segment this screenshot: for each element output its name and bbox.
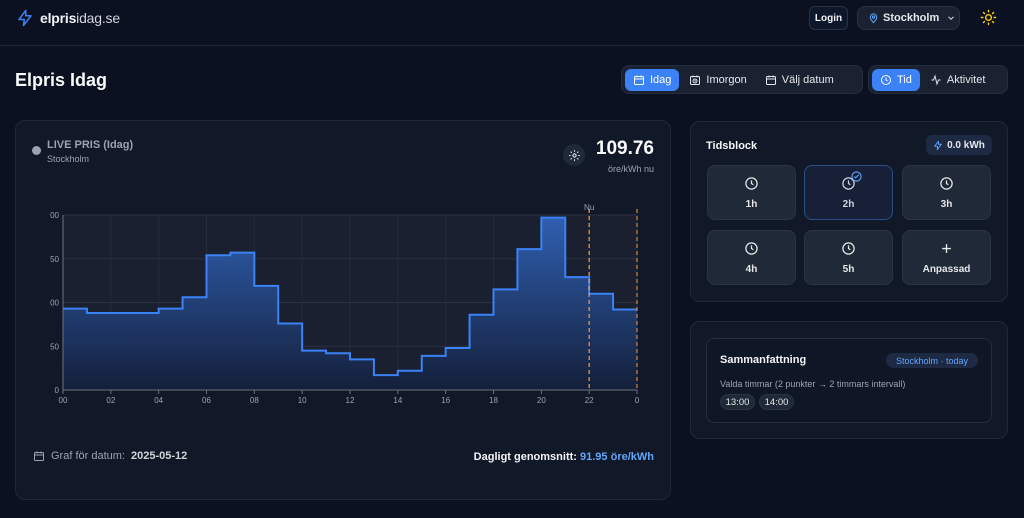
current-price-unit: öre/kWh nu [607, 164, 654, 174]
logo[interactable]: elprisidag.se [16, 8, 120, 28]
y-tick-label: 50 [50, 255, 59, 264]
live-price-city: Stockholm [47, 154, 90, 164]
activity-icon [931, 73, 941, 86]
tile-anpassad-label: Anpassad [922, 263, 971, 275]
city-select[interactable]: Stockholm [857, 6, 960, 30]
x-tick-label: 0 [635, 396, 640, 405]
day-tabs: Idag Imorgon Välj datum [621, 65, 863, 94]
clock-icon [940, 176, 953, 190]
login-button[interactable]: Login [809, 6, 848, 30]
clock-icon [745, 176, 758, 190]
tidsblock-title: Tidsblock [706, 140, 758, 152]
sun-icon[interactable] [980, 9, 997, 26]
y-tick-label: 00 [50, 211, 59, 220]
live-status-dot [32, 146, 41, 155]
x-tick-label: 14 [393, 396, 402, 405]
x-tick-label: 08 [250, 396, 259, 405]
lightning-icon [934, 140, 942, 150]
selected-hour-chip[interactable]: 14:00 [759, 394, 794, 410]
price-chart[interactable]: 0 50 00 50 00 00 02 04 06 08 10 12 14 16 18 20 22 0 Nu [15, 196, 655, 411]
plus-icon [942, 243, 951, 253]
city-select-label: Stockholm [883, 12, 940, 24]
calendar-clock-icon [690, 75, 701, 85]
summary-title: Sammanfattning [720, 354, 807, 366]
x-tick-label: 16 [441, 396, 450, 405]
logo-text: elprisidag.se [40, 10, 120, 26]
y-tick-label: 0 [55, 386, 60, 395]
x-tick-label: 00 [59, 396, 68, 405]
chart-date: Graf för datum: 2025-05-12 [33, 450, 187, 462]
x-tick-label: 06 [202, 396, 211, 405]
kwh-value: 0.0 kWh [947, 139, 985, 151]
tile-3h-label: 3h [940, 198, 953, 210]
tile-5h-label: 5h [842, 263, 855, 275]
live-price-label: LIVE PRIS (Idag) [47, 139, 134, 151]
tab-valj-datum[interactable]: Välj datum [757, 69, 842, 91]
x-tick-label: 10 [298, 396, 307, 405]
x-tick-label: 18 [489, 396, 498, 405]
lightning-icon [18, 9, 32, 27]
clock-icon [842, 241, 855, 255]
chart-settings-button[interactable] [563, 144, 585, 166]
tab-valj-datum-label: Välj datum [781, 73, 834, 86]
tile-5h[interactable]: 5h [804, 230, 893, 285]
chart-date-value: 2025-05-12 [130, 450, 188, 462]
x-tick-label: 12 [346, 396, 355, 405]
x-tick-label: 02 [106, 396, 115, 405]
daily-average-value: 91.95 öre/kWh [580, 451, 654, 463]
chart-date-label: Graf för datum: [51, 450, 125, 462]
summary-badge: Stockholm · today [886, 353, 978, 368]
selected-hour-chip[interactable]: 13:00 [720, 394, 755, 410]
tab-imorgon[interactable]: Imorgon [681, 69, 754, 91]
daily-average: Dagligt genomsnitt: 91.95 öre/kWh [430, 451, 654, 463]
y-tick-label: 00 [50, 299, 59, 308]
tab-aktivitet[interactable]: Aktivitet [922, 69, 994, 91]
map-pin-icon [869, 13, 878, 24]
tile-1h[interactable]: 1h [707, 165, 796, 220]
chevron-down-icon [948, 16, 955, 20]
daily-average-label: Dagligt genomsnitt: [473, 451, 577, 463]
tile-2h[interactable]: 2h [804, 165, 893, 220]
gear-icon [568, 149, 580, 161]
x-tick-label: 22 [585, 396, 594, 405]
calendar-icon [34, 451, 44, 461]
check-circle-icon [851, 171, 862, 182]
tile-anpassad[interactable]: Anpassad [902, 230, 991, 285]
tab-idag-label: Idag [650, 73, 672, 86]
view-tabs: Tid Aktivitet [868, 65, 1008, 94]
tile-4h[interactable]: 4h [707, 230, 796, 285]
tile-1h-label: 1h [745, 198, 758, 210]
tab-imorgon-label: Imorgon [706, 73, 747, 86]
x-tick-label: 20 [537, 396, 546, 405]
clock-icon [881, 74, 891, 85]
x-tick-label: 04 [154, 396, 163, 405]
summary-text: Valda timmar (2 punkter → 2 timmars inte… [720, 379, 906, 389]
tab-aktivitet-label: Aktivitet [946, 73, 986, 86]
now-marker-label: Nu [584, 203, 594, 212]
calendar-icon [634, 75, 644, 85]
tile-3h[interactable]: 3h [902, 165, 991, 220]
tab-idag[interactable]: Idag [625, 68, 680, 91]
tab-tid[interactable]: Tid [872, 68, 920, 91]
tab-tid-label: Tid [897, 73, 912, 86]
tile-4h-label: 4h [745, 263, 758, 275]
calendar-icon [765, 75, 776, 85]
y-tick-label: 50 [50, 342, 59, 351]
tile-2h-label: 2h [842, 198, 855, 210]
kwh-badge: 0.0 kWh [926, 135, 992, 155]
page-title: Elpris Idag [15, 70, 108, 90]
clock-icon [745, 241, 758, 255]
current-price: 109.76 [595, 138, 654, 159]
